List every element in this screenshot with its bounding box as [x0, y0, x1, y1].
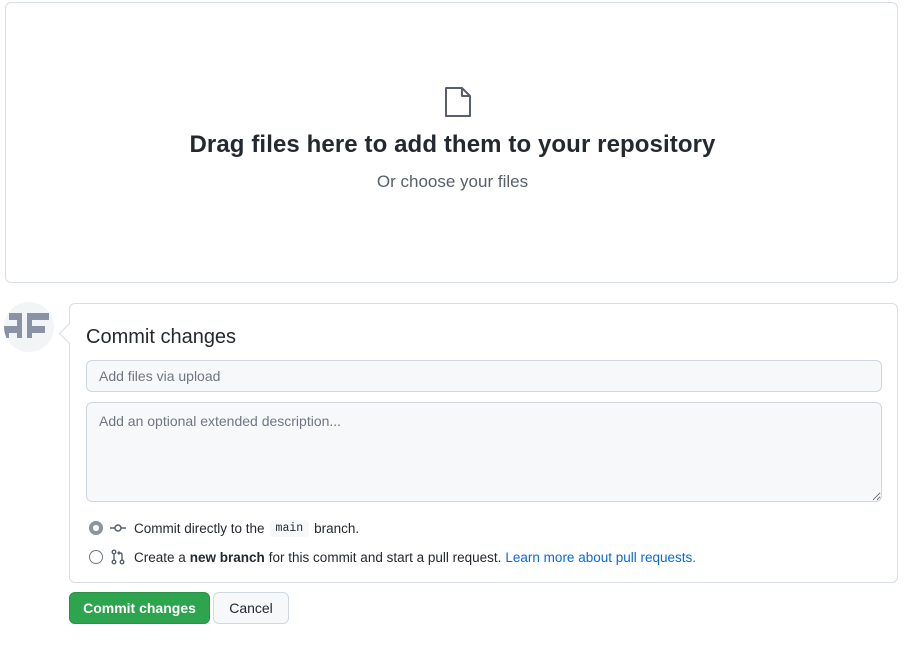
identicon-avatar: [4, 313, 49, 338]
learn-more-pull-requests-link[interactable]: Learn more about pull requests.: [505, 550, 696, 565]
commit-form-title: Commit changes: [86, 326, 237, 348]
new-branch-option[interactable]: Create a new branch for this commit and …: [89, 547, 696, 567]
branch-name: main: [269, 519, 310, 537]
commit-direct-option[interactable]: Commit directly to the main branch.: [89, 518, 359, 538]
user-avatar[interactable]: [4, 302, 54, 352]
new-branch-prefix: Create a: [134, 549, 186, 565]
commit-summary-input[interactable]: [86, 360, 882, 392]
cancel-button[interactable]: Cancel: [213, 592, 289, 624]
new-branch-bold: new branch: [189, 549, 265, 565]
git-commit-icon: [110, 524, 126, 532]
commit-direct-radio[interactable]: [89, 521, 103, 535]
commit-changes-button[interactable]: Commit changes: [69, 592, 210, 624]
file-dropzone[interactable]: Drag files here to add them to your repo…: [5, 2, 898, 283]
commit-direct-suffix: branch.: [314, 520, 360, 536]
file-icon: [445, 87, 471, 117]
commit-description-input[interactable]: [86, 402, 882, 502]
new-branch-suffix: for this commit and start a pull request…: [268, 549, 502, 565]
choose-files-link[interactable]: Or choose your files: [6, 172, 899, 192]
commit-form: Commit changes Commit directly to the ma…: [69, 303, 898, 583]
git-pull-request-icon: [111, 549, 125, 565]
new-branch-radio[interactable]: [89, 550, 103, 564]
commit-direct-label: Commit directly to the: [134, 520, 265, 536]
dropzone-title: Drag files here to add them to your repo…: [189, 131, 716, 158]
